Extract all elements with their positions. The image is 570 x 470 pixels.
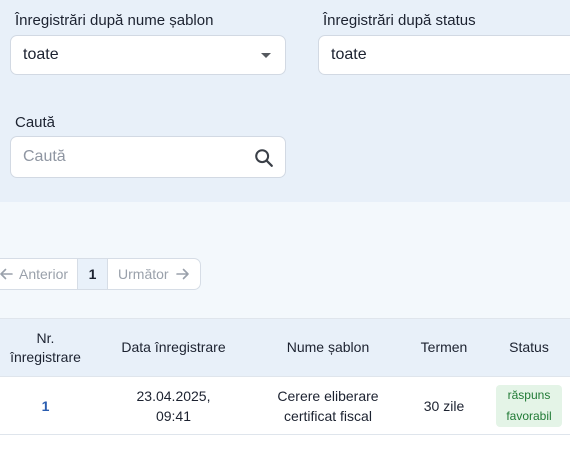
next-page-label: Următor <box>118 266 169 282</box>
cell-date-line2: 09:41 <box>155 407 192 424</box>
search-label: Caută <box>15 114 56 131</box>
column-header-nr[interactable]: Nr. înregistrare <box>0 318 91 377</box>
status-filter-select[interactable]: toate <box>318 35 570 75</box>
column-header-term[interactable]: Termen <box>400 318 488 377</box>
column-header-nr-line2: înregistrare <box>10 348 81 365</box>
registration-link[interactable]: 1 <box>42 398 50 414</box>
filters-panel: Înregistrări după nume șablon toate Înre… <box>0 0 570 202</box>
column-header-template[interactable]: Nume șablon <box>256 318 400 377</box>
cell-nr: 1 <box>0 376 91 435</box>
arrow-right-icon <box>175 268 189 280</box>
status-badge: răspuns favorabil <box>496 384 562 427</box>
chevron-down-icon <box>261 53 271 58</box>
cell-date-line1: 23.04.2025, <box>136 387 211 404</box>
template-filter-select[interactable]: toate <box>10 35 286 75</box>
search-box <box>10 136 286 178</box>
table-header-row: Nr. înregistrare Data înregistrare Nume … <box>0 318 570 377</box>
status-badge-line1: răspuns <box>507 387 551 402</box>
page-1-button[interactable]: 1 <box>77 259 109 289</box>
search-input[interactable] <box>12 138 242 176</box>
status-filter-value: toate <box>331 46 367 63</box>
cell-term: 30 zile <box>400 376 488 435</box>
table-row[interactable]: 1 23.04.2025, 09:41 Cerere eliberare cer… <box>0 376 570 435</box>
template-filter-value: toate <box>23 46 59 63</box>
cell-template-line1: Cerere eliberare <box>277 387 379 404</box>
cell-template: Cerere eliberare certificat fiscal <box>256 376 400 435</box>
cell-status: răspuns favorabil <box>488 376 570 435</box>
column-header-nr-line1: Nr. <box>36 329 55 346</box>
previous-page-button[interactable]: Anterior <box>0 259 77 289</box>
status-badge-line2: favorabil <box>506 408 552 423</box>
arrow-left-icon <box>0 268 13 280</box>
cell-template-line2: certificat fiscal <box>284 407 372 424</box>
pagination: Anterior 1 Următor <box>0 258 201 290</box>
previous-page-label: Anterior <box>19 266 69 282</box>
cell-date: 23.04.2025, 09:41 <box>91 376 256 435</box>
column-header-status[interactable]: Status <box>488 318 570 377</box>
status-filter-label: Înregistrări după status <box>323 12 476 29</box>
column-header-date[interactable]: Data înregistrare <box>91 318 256 377</box>
template-filter-label: Înregistrări după nume șablon <box>15 12 214 29</box>
next-page-button[interactable]: Următor <box>108 259 200 289</box>
registrations-table: Nr. înregistrare Data înregistrare Nume … <box>0 318 570 435</box>
search-icon[interactable] <box>253 147 275 169</box>
